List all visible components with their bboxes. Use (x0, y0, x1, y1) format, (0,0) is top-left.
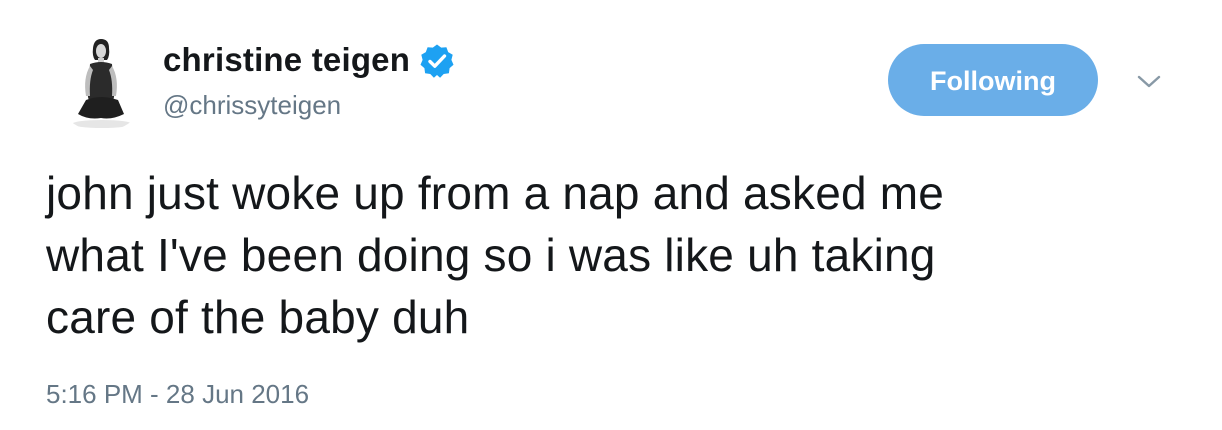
user-handle[interactable]: @chrissyteigen (163, 87, 341, 123)
profile-photo-icon (72, 39, 132, 128)
tweet-text-line: care of the baby duh (46, 291, 470, 343)
tweet-text-line: john just woke up from a nap and asked m… (46, 167, 945, 219)
tweet-timestamp[interactable]: 5:16 PM - 28 Jun 2016 (46, 376, 309, 412)
avatar[interactable] (52, 34, 150, 132)
tweet-text-line: what I've been doing so i was like uh ta… (46, 229, 936, 281)
tweet-card: christine teigen @chrissyteigen Followin… (0, 0, 1222, 430)
following-button[interactable]: Following (888, 44, 1098, 116)
tweet-text: john just woke up from a nap and asked m… (46, 162, 1186, 348)
display-name[interactable]: christine teigen (163, 38, 410, 82)
chevron-down-icon[interactable] (1134, 72, 1164, 92)
verified-badge-icon (419, 43, 455, 79)
name-row: christine teigen (163, 38, 455, 82)
